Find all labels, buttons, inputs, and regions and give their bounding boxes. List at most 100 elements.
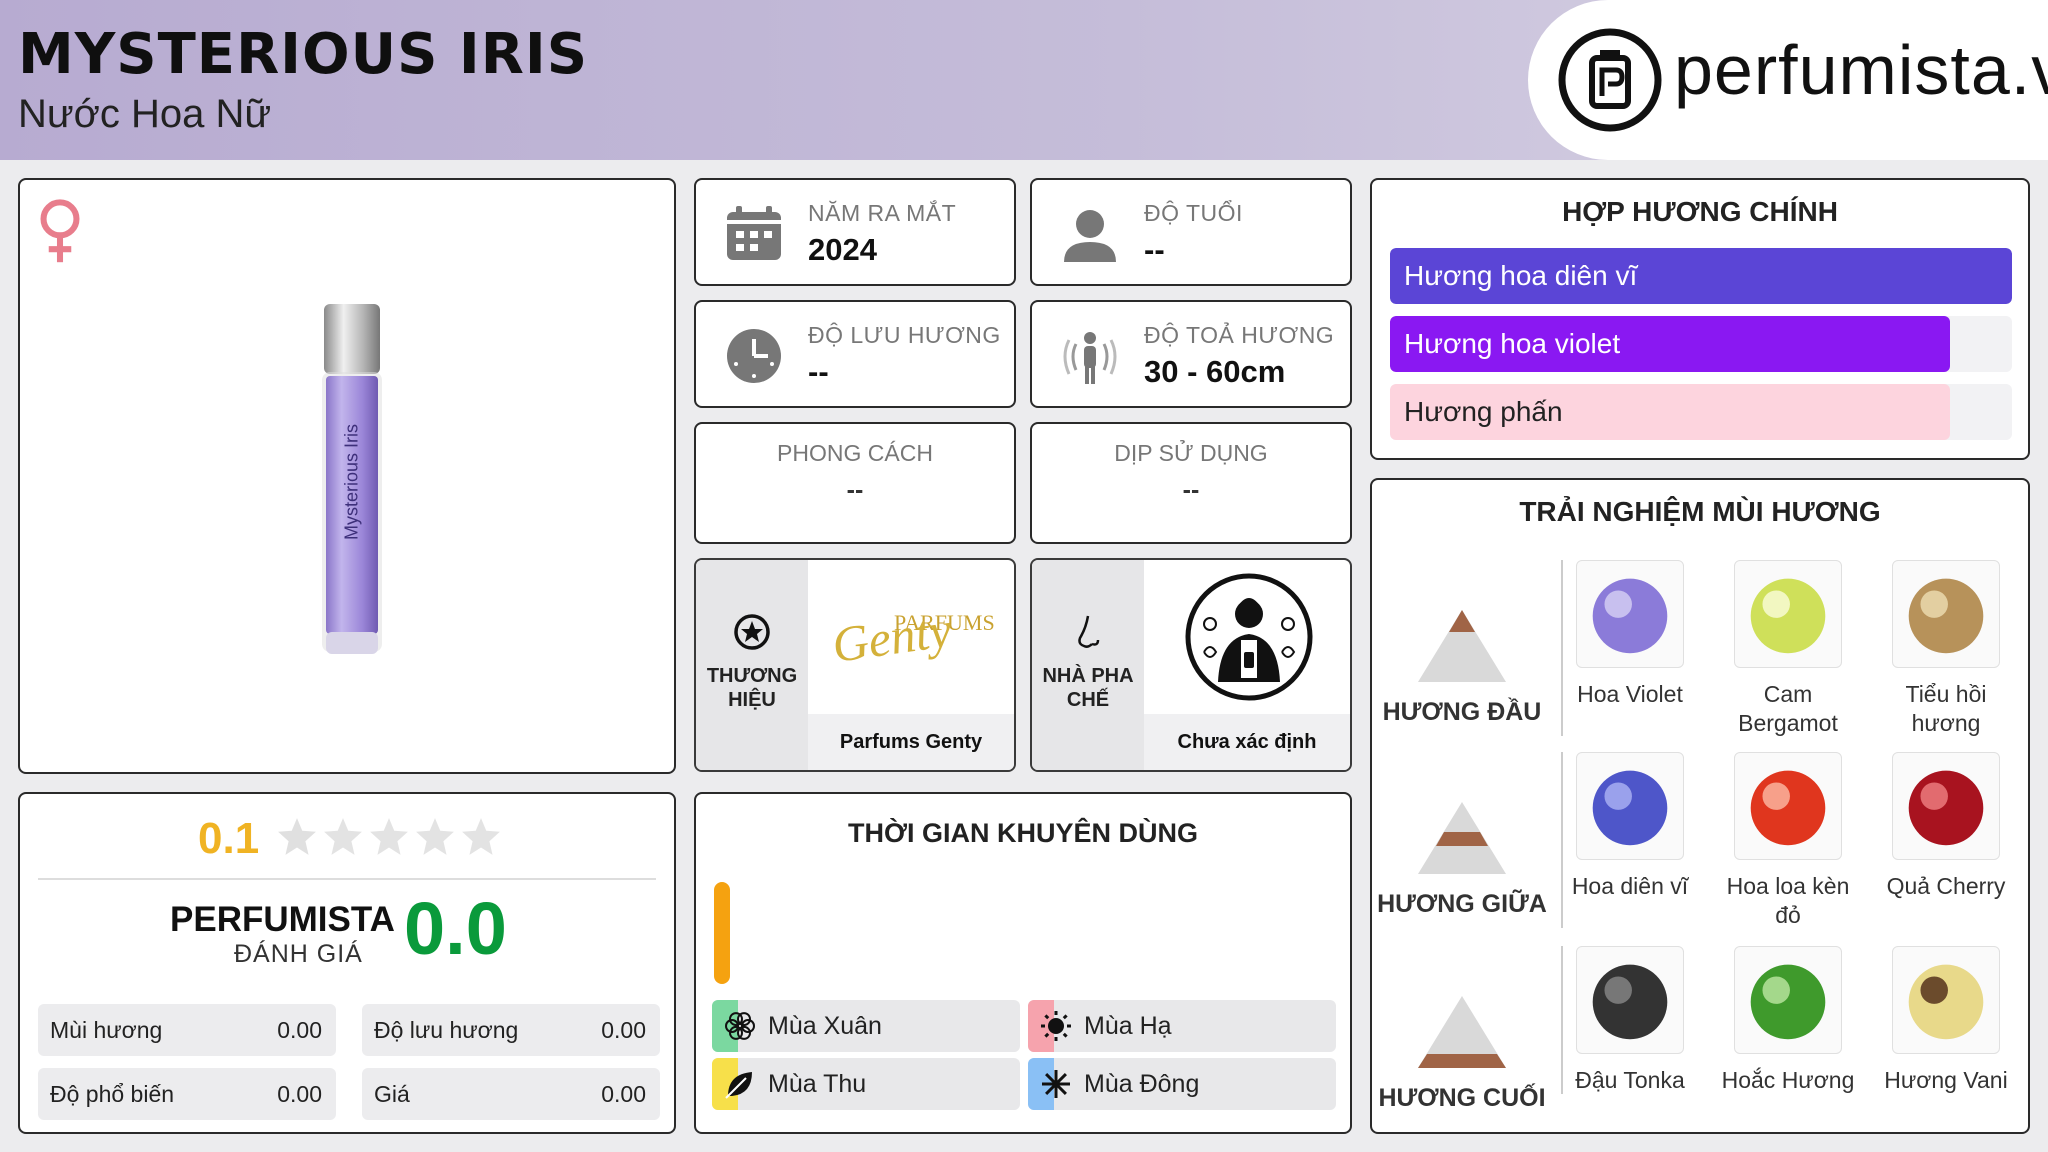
note-image[interactable]: [1576, 946, 1684, 1054]
perfume-bottle-logo-icon: [1558, 28, 1662, 132]
site-logo[interactable]: perfumista.vn: [1528, 0, 2048, 160]
star-rating[interactable]: [276, 816, 506, 863]
star-icon[interactable]: [322, 816, 364, 858]
note-label: Tiểu hồi hương: [1905, 681, 1987, 736]
pyramid-top-icon: [1418, 610, 1506, 682]
sillage-card: ĐỘ TOẢ HƯƠNG 30 - 60cm: [1030, 300, 1352, 408]
metric-label: Mùi hương: [50, 1017, 163, 1043]
note-label: Quả Cherry: [1886, 873, 2006, 899]
note-image[interactable]: [1892, 752, 2000, 860]
tier-label: HƯƠNG CUỐI: [1378, 1084, 1546, 1112]
user-rating-value: 0.1: [198, 814, 260, 863]
brand-label: THƯƠNG HIỆU: [706, 665, 798, 711]
accord-bar: Hương phấn: [1390, 384, 2012, 440]
recommended-time-title: THỜI GIAN KHUYÊN DÙNG: [847, 818, 1199, 848]
brand-side-column: THƯƠNG HIỆU: [696, 560, 808, 770]
season-label: Mùa Đông: [1084, 1070, 1200, 1098]
rating-card: 0.1 PERFUMISTA ĐÁNH GIÁ 0.0 Mùi hương 0.0…: [18, 792, 676, 1134]
note-image[interactable]: [1734, 946, 1842, 1054]
occasion-label: DỊP SỬ DỤNG: [1114, 440, 1268, 466]
season-3[interactable]: Mùa Đông: [1028, 1058, 1336, 1110]
age-label: ĐỘ TUỔI: [1144, 200, 1243, 226]
note-image[interactable]: [1576, 560, 1684, 668]
brand-card[interactable]: THƯƠNG HIỆU PARFUMS Genty Parfums Genty: [694, 558, 1016, 772]
metric-value: 0.00: [601, 1017, 646, 1043]
main-accords-card: HỢP HƯƠNG CHÍNH Hương hoa diên vĩ Hương h…: [1370, 178, 2030, 460]
launch-year-label: NĂM RA MẮT: [808, 200, 957, 226]
launch-year-card: NĂM RA MẮT 2024: [694, 178, 1016, 286]
seeds-fennel-icon: [1908, 578, 1984, 654]
female-icon: [40, 199, 80, 263]
main-accords-title: HỢP HƯƠNG CHÍNH: [1562, 196, 1838, 227]
metric-label: Giá: [374, 1081, 410, 1107]
person-icon: [1064, 210, 1116, 262]
note-image[interactable]: [1734, 560, 1842, 668]
star-icon[interactable]: [368, 816, 410, 858]
tier-divider: [1561, 752, 1563, 928]
accord-label: Hương hoa diên vĩ: [1404, 260, 1638, 291]
perfumer-avatar: [1185, 573, 1313, 701]
flower-amaryllis-icon: [1750, 770, 1826, 846]
flower-iris-icon: [1592, 770, 1668, 846]
tier-label: HƯƠNG GIỮA: [1377, 890, 1547, 918]
accord-bar: Hương hoa violet: [1390, 316, 2012, 372]
season-label: Mùa Hạ: [1084, 1012, 1172, 1040]
metric-value: 0.00: [277, 1081, 322, 1107]
logo-text: perfumista.vn: [1674, 31, 2048, 109]
perfumer-side-column: NHÀ PHA CHẾ: [1032, 560, 1144, 770]
scent-experience-card: TRẢI NGHIỆM MÙI HƯƠNG HƯƠNG ĐẦU Hoa Viole…: [1370, 478, 2030, 1134]
longevity-card: ĐỘ LƯU HƯƠNG --: [694, 300, 1016, 408]
season-1[interactable]: Mùa Hạ: [1028, 1000, 1336, 1052]
note-image[interactable]: [1892, 560, 2000, 668]
perfumer-label: NHÀ PHA CHẾ: [1042, 665, 1134, 711]
spring-flower-icon: [725, 1012, 755, 1040]
rating-metric: Giá 0.00: [362, 1068, 660, 1120]
perfumer-card[interactable]: NHÀ PHA CHẾ Chưa xác định: [1030, 558, 1352, 772]
note-image[interactable]: [1892, 946, 2000, 1054]
leaf-patchouli-icon: [1750, 964, 1826, 1040]
note-label: Hương Vani: [1884, 1067, 2008, 1093]
season-2[interactable]: Mùa Thu: [712, 1058, 1020, 1110]
note-image[interactable]: [1734, 752, 1842, 860]
bean-tonka-icon: [1592, 964, 1668, 1040]
product-image-card: Mysterious Iris: [18, 178, 676, 774]
sillage-value: 30 - 60cm: [1144, 354, 1286, 389]
longevity-value: --: [808, 354, 829, 389]
season-0[interactable]: Mùa Xuân: [712, 1000, 1020, 1052]
bottle-label-text: Mysterious Iris: [341, 424, 362, 541]
perfumista-sub-label: ĐÁNH GIÁ: [234, 940, 363, 968]
note-label: Hoa diên vĩ: [1571, 873, 1689, 899]
accord-label: Hương hoa violet: [1404, 328, 1621, 359]
brand-name: Parfums Genty: [808, 714, 1014, 770]
age-card: ĐỘ TUỔI --: [1030, 178, 1352, 286]
accord-label: Hương phấn: [1404, 396, 1563, 427]
fruit-cherry-icon: [1908, 770, 1984, 846]
perfumer-name: Chưa xác định: [1144, 714, 1350, 770]
star-icon[interactable]: [276, 816, 318, 858]
summer-sun-icon: [1041, 1011, 1071, 1041]
winter-snowflake-icon: [1042, 1070, 1070, 1098]
star-icon[interactable]: [460, 816, 502, 858]
note-image[interactable]: [1576, 752, 1684, 860]
clock-icon: [727, 329, 781, 383]
accord-bar: Hương hoa diên vĩ: [1390, 248, 2012, 304]
pyramid-base-icon: [1418, 996, 1506, 1068]
note-label: Hoắc Hương: [1721, 1067, 1855, 1093]
rating-metric: Độ phổ biến 0.00: [38, 1068, 336, 1120]
style-card: PHONG CÁCH --: [694, 422, 1016, 544]
star-icon[interactable]: [414, 816, 456, 858]
sillage-label: ĐỘ TOẢ HƯƠNG: [1144, 322, 1335, 348]
flower-violet-icon: [1592, 578, 1668, 654]
metric-label: Độ phổ biến: [50, 1081, 175, 1107]
launch-year-value: 2024: [808, 232, 877, 267]
age-value: --: [1144, 232, 1165, 267]
brand-logo: PARFUMS Genty: [828, 600, 995, 674]
tier-divider: [1561, 560, 1563, 736]
season-label: Mùa Thu: [768, 1070, 867, 1098]
page-subtitle: Nước Hoa Nữ: [18, 92, 272, 136]
tier-label: HƯƠNG ĐẦU: [1382, 698, 1542, 726]
perfumista-label: PERFUMISTA: [170, 900, 395, 939]
note-label: Đậu Tonka: [1575, 1067, 1685, 1093]
pyramid-middle-icon: [1418, 802, 1506, 874]
note-label: Hoa loa kèn đỏ: [1726, 873, 1850, 928]
